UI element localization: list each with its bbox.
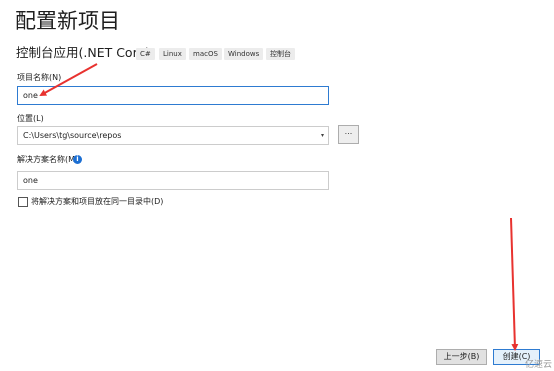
dropdown-caret-icon[interactable]: ▾ [321,127,324,144]
same-dir-label[interactable]: 将解决方案和项目放在同一目录中(D) [31,197,163,207]
tag-linux: Linux [159,48,186,60]
browse-label: ... [344,127,353,136]
tag-csharp: C# [136,48,155,60]
project-template-name: 控制台应用(.NET Core) [16,45,151,60]
location-value: C:\Users\tg\source\repos [23,131,122,140]
tag-macos: macOS [189,48,222,60]
page-title: 配置新项目 [15,9,120,33]
location-label: 位置(L) [17,114,44,123]
solution-name-input[interactable]: one [17,171,329,190]
same-dir-checkbox[interactable] [18,197,28,207]
tag-console: 控制台 [266,48,295,60]
watermark: 亿速云 [524,360,552,370]
location-combobox[interactable]: C:\Users\tg\source\repos ▾ [17,126,329,145]
tag-windows: Windows [224,48,264,60]
project-name-input[interactable]: one [17,86,329,105]
back-button[interactable]: 上一步(B) [436,349,487,365]
info-icon[interactable]: i [73,155,82,164]
solution-name-label: 解决方案名称(M) [17,155,79,164]
annotation-arrow [510,217,519,351]
browse-button[interactable]: ... [338,125,359,144]
project-name-label: 项目名称(N) [17,73,62,82]
